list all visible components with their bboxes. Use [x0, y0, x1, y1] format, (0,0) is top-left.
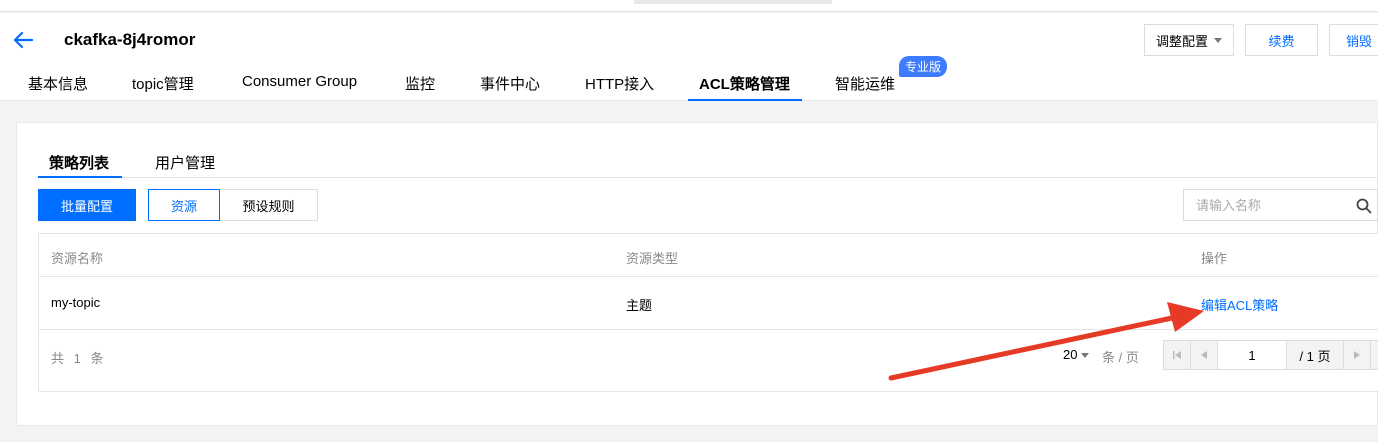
- page-number-input[interactable]: [1217, 340, 1287, 370]
- pagination: / 1 页: [1163, 340, 1378, 370]
- first-page-button[interactable]: [1163, 340, 1191, 370]
- page-header: ckafka-8j4romor 调整配置 续费 销毁 基本信息 topic管理 …: [0, 13, 1378, 101]
- first-page-icon: [1173, 351, 1181, 359]
- back-arrow-icon[interactable]: [12, 29, 34, 51]
- prev-page-button[interactable]: [1190, 340, 1218, 370]
- edit-acl-policy-link[interactable]: 编辑ACL策略: [1201, 295, 1278, 314]
- prev-page-icon: [1201, 351, 1207, 359]
- table-row: my-topic 主题 编辑ACL策略: [39, 277, 1378, 330]
- sub-tabs: 策略列表 用户管理: [38, 150, 1378, 178]
- page-size-value: 20: [1063, 347, 1078, 362]
- subtab-user-management[interactable]: 用户管理: [155, 152, 215, 178]
- renew-button[interactable]: 续费: [1245, 24, 1318, 56]
- tab-acl-policy[interactable]: ACL策略管理: [688, 73, 802, 101]
- column-resource-name: 资源名称: [51, 251, 104, 266]
- total-pages: / 1 页: [1286, 340, 1344, 370]
- segment-preset-rules[interactable]: 预设规则: [219, 189, 318, 221]
- segment-resource[interactable]: 资源: [148, 189, 220, 221]
- destroy-button[interactable]: 销毁: [1329, 24, 1378, 56]
- adjust-config-button[interactable]: 调整配置: [1144, 24, 1234, 56]
- chevron-down-icon: [1214, 37, 1222, 43]
- resource-name-cell: my-topic: [51, 295, 101, 310]
- search-icon[interactable]: [1356, 198, 1372, 214]
- batch-config-button[interactable]: 批量配置: [38, 189, 136, 221]
- tab-consumer-group[interactable]: Consumer Group: [242, 73, 357, 101]
- subtab-policy-list[interactable]: 策略列表: [38, 152, 122, 178]
- total-count: 共 1 条: [51, 351, 107, 366]
- column-actions: 操作: [1201, 251, 1228, 266]
- per-page-label: 条 / 页: [1102, 350, 1139, 365]
- top-strip: [0, 0, 1378, 12]
- column-resource-type: 资源类型: [626, 251, 679, 266]
- tab-http-access[interactable]: HTTP接入: [585, 73, 654, 101]
- tab-basic-info[interactable]: 基本信息: [28, 73, 88, 101]
- last-page-button[interactable]: [1370, 340, 1378, 370]
- next-page-button[interactable]: [1343, 340, 1371, 370]
- tab-event-center[interactable]: 事件中心: [480, 73, 540, 101]
- tab-monitoring[interactable]: 监控: [405, 73, 435, 101]
- search-input[interactable]: [1184, 190, 1334, 220]
- pro-edition-badge: 专业版: [899, 56, 948, 77]
- next-page-icon: [1354, 351, 1360, 359]
- search-box: [1183, 189, 1378, 221]
- resource-type-cell: 主题: [626, 298, 653, 313]
- resource-table: 资源名称 资源类型 操作 my-topic 主题 编辑ACL策略 共 1 条 2…: [38, 233, 1378, 392]
- chevron-down-icon: [1081, 353, 1090, 359]
- page-title: ckafka-8j4romor: [64, 30, 196, 49]
- adjust-config-label: 调整配置: [1155, 33, 1208, 49]
- table-header: 资源名称 资源类型 操作: [39, 234, 1378, 277]
- tab-topic-management[interactable]: topic管理: [132, 73, 194, 101]
- page-size-select[interactable]: 20: [1063, 347, 1090, 362]
- tab-smart-ops[interactable]: 智能运维: [835, 73, 895, 101]
- top-strip-tab: [634, 0, 832, 4]
